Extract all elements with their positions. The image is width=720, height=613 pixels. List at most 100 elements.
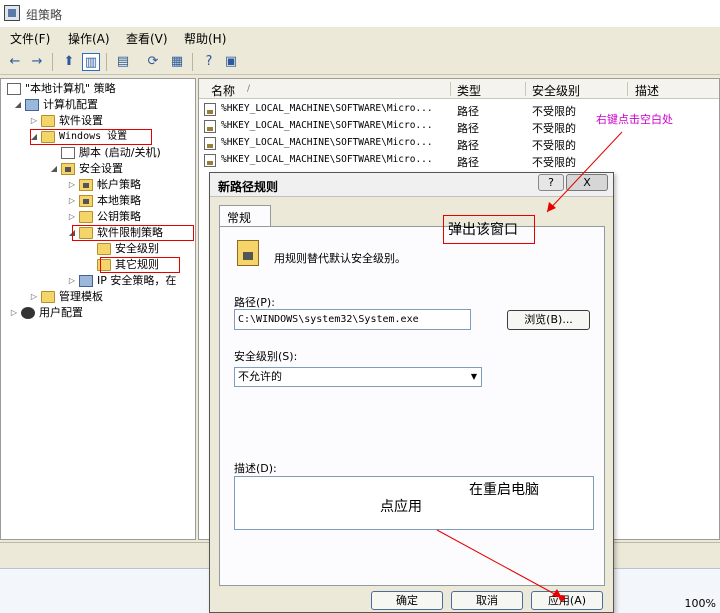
forward-icon[interactable]: →	[28, 53, 46, 71]
toolbar: ← → ⬆ ▥ ▤ ⟳ ▦ ? ▣	[0, 49, 720, 75]
new-path-rule-dialog: 新路径规则 ? X 常规 用规则替代默认安全级别。 路径(P): C:\WIND…	[209, 172, 614, 613]
expand-icon[interactable]: ▷	[67, 273, 77, 289]
dialog-close-button[interactable]: X	[566, 174, 608, 191]
cell-type: 路径	[457, 139, 479, 152]
column-separator[interactable]	[525, 82, 526, 96]
menu-action[interactable]: 操作(A)	[68, 30, 110, 47]
tree-node-label: 脚本 (启动/关机)	[79, 146, 161, 159]
window-title: 组策略	[26, 8, 63, 22]
rule-icon	[204, 137, 216, 150]
expand-icon[interactable]: ▷	[67, 193, 77, 209]
path-label: 路径(P):	[234, 296, 275, 309]
dialog-help-button[interactable]: ?	[538, 174, 564, 191]
export-list-icon[interactable]: ▦	[168, 53, 186, 71]
toolbar-separator	[52, 53, 53, 71]
expand-icon[interactable]: ▷	[67, 177, 77, 193]
annotation-popup: 弹出该窗口	[448, 222, 518, 238]
column-header-name[interactable]: 名称	[211, 82, 235, 99]
table-row[interactable]: %HKEY_LOCAL_MACHINE\SOFTWARE\Micro... 路径…	[199, 135, 719, 152]
annotation-restart: 在重启电脑	[469, 482, 539, 498]
collapse-icon[interactable]: ◢	[13, 97, 23, 113]
security-folder-icon	[79, 195, 93, 207]
tree-node-label: "本地计算机" 策略	[25, 82, 116, 95]
highlight-box-windows-settings	[30, 129, 152, 145]
column-separator[interactable]	[450, 82, 451, 96]
toolbar-separator	[106, 53, 107, 71]
ip-security-icon	[79, 275, 93, 287]
expand-icon[interactable]: ▷	[67, 209, 77, 225]
tab-general[interactable]: 常规	[219, 205, 271, 227]
refresh-icon[interactable]: ⟳	[144, 53, 162, 71]
menu-file[interactable]: 文件(F)	[10, 30, 50, 47]
path-input[interactable]: C:\WINDOWS\system32\System.exe	[234, 309, 471, 330]
cell-type: 路径	[457, 105, 479, 118]
security-folder-icon	[79, 179, 93, 191]
rule-icon	[204, 103, 216, 116]
highlight-box-additional-rules	[100, 257, 180, 273]
browse-button[interactable]: 浏览(B)...	[507, 310, 590, 330]
column-header-description[interactable]: 描述	[635, 82, 659, 99]
user-icon	[21, 307, 35, 319]
general-tab-panel: 用规则替代默认安全级别。 路径(P): C:\WINDOWS\system32\…	[219, 215, 605, 586]
properties-icon[interactable]: ▣	[222, 53, 240, 71]
folder-icon	[79, 211, 93, 223]
path-rule-icon	[237, 240, 259, 266]
tree-node-label: 用户配置	[39, 306, 83, 319]
expand-icon[interactable]: ▷	[29, 289, 39, 305]
cell-name: %HKEY_LOCAL_MACHINE\SOFTWARE\Micro...	[221, 120, 433, 131]
expand-icon[interactable]: ▷	[9, 305, 19, 321]
tree-node-label: 安全级别	[115, 242, 159, 255]
tab-label: 常规	[227, 211, 252, 225]
tree-node-label: 管理模板	[59, 290, 103, 303]
export-icon[interactable]: ▤	[114, 53, 132, 71]
chevron-down-icon[interactable]: ▼	[471, 368, 477, 386]
column-header-type[interactable]: 类型	[457, 82, 481, 99]
folder-icon	[97, 243, 111, 255]
script-icon	[61, 147, 75, 159]
column-separator[interactable]	[627, 82, 628, 96]
tree-node-label: 帐户策略	[97, 178, 141, 191]
security-level-select[interactable]: 不允许的 ▼	[234, 367, 482, 387]
cell-level: 不受限的	[532, 122, 576, 135]
highlight-box-software-restriction	[72, 225, 194, 241]
tree-node-label: 安全设置	[79, 162, 123, 175]
tree-pane: "本地计算机" 策略 ◢ 计算机配置 ▷ 软件设置 ◢ Windows 设置 脚…	[0, 78, 196, 540]
cancel-button[interactable]: 取消	[451, 591, 523, 610]
sort-icon: /	[247, 84, 251, 94]
dialog-title-bar: 新路径规则 ? X	[210, 173, 613, 197]
dialog-title: 新路径规则	[218, 180, 279, 194]
description-label: 描述(D):	[234, 462, 277, 475]
tree-node-label: 本地策略	[97, 194, 141, 207]
rule-icon	[204, 154, 216, 167]
cell-type: 路径	[457, 156, 479, 169]
expand-icon[interactable]: ▷	[29, 113, 39, 129]
cell-name: %HKEY_LOCAL_MACHINE\SOFTWARE\Micro...	[221, 137, 433, 148]
cell-type: 路径	[457, 122, 479, 135]
annotation-click-apply: 点应用	[380, 499, 422, 515]
title-bar: 组策略	[0, 0, 720, 27]
folder-icon	[41, 115, 55, 127]
cell-level: 不受限的	[532, 156, 576, 169]
tree-node-label: 软件设置	[59, 114, 103, 127]
ok-button[interactable]: 确定	[371, 591, 443, 610]
help-icon[interactable]: ?	[200, 53, 218, 71]
security-level-label: 安全级别(S):	[234, 350, 298, 363]
cell-name: %HKEY_LOCAL_MACHINE\SOFTWARE\Micro...	[221, 154, 433, 165]
annotation-right-click: 右键点击空白处	[596, 113, 673, 126]
menu-view[interactable]: 查看(V)	[126, 30, 168, 47]
security-level-value: 不允许的	[238, 370, 282, 383]
tree-node-label: 计算机配置	[43, 98, 98, 111]
column-header-security-level[interactable]: 安全级别	[532, 82, 580, 99]
table-row[interactable]: %HKEY_LOCAL_MACHINE\SOFTWARE\Micro... 路径…	[199, 152, 719, 169]
apply-button[interactable]: 应用(A)	[531, 591, 603, 610]
folder-icon	[41, 291, 55, 303]
list-header: 名称 / 类型 安全级别 描述	[199, 79, 719, 99]
back-icon[interactable]: ←	[6, 53, 24, 71]
up-folder-icon[interactable]: ⬆	[60, 53, 78, 71]
show-tree-icon[interactable]: ▥	[82, 53, 100, 71]
menu-bar: 文件(F) 操作(A) 查看(V) 帮助(H)	[0, 27, 720, 49]
zoom-level[interactable]: 100%	[685, 597, 716, 610]
menu-help[interactable]: 帮助(H)	[184, 30, 226, 47]
tree-node-label: IP 安全策略，在	[97, 274, 177, 287]
collapse-icon[interactable]: ◢	[49, 161, 59, 177]
